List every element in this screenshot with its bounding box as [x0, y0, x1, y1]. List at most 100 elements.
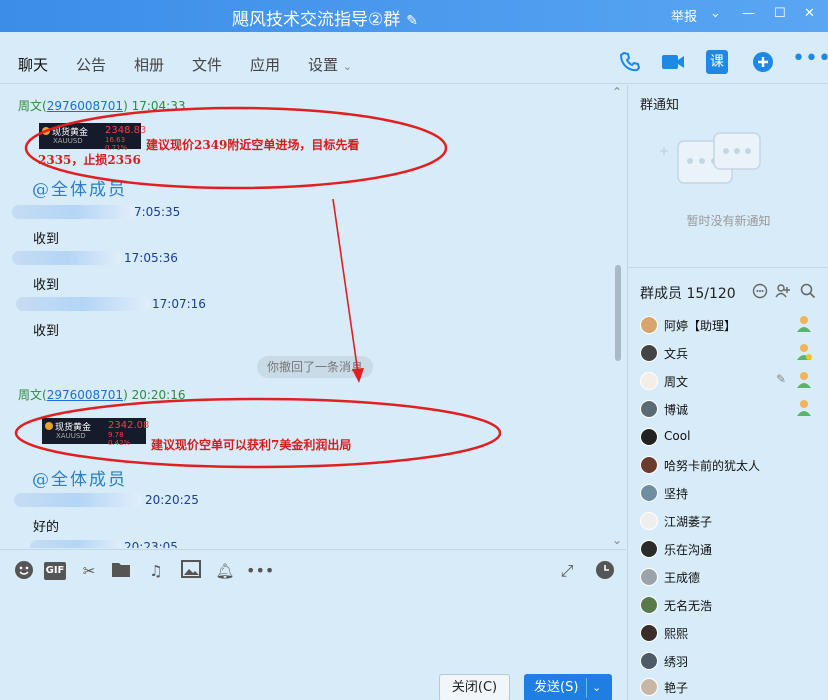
- annotation-text: 建议现价2349附近空单进场，目标先看: [146, 138, 360, 152]
- close-button[interactable]: 关闭(C): [439, 674, 510, 700]
- tab-album[interactable]: 相册: [134, 54, 164, 75]
- message-time: 7:05:35: [134, 205, 181, 219]
- blurred-sender: [14, 493, 142, 507]
- message-text[interactable]: 好的: [33, 516, 59, 535]
- member-name: 艳子: [664, 681, 689, 695]
- tab-apps[interactable]: 应用: [250, 54, 280, 75]
- blurred-sender: [16, 297, 150, 311]
- avatar: [640, 400, 658, 418]
- composer: GIF ✂ ♫ 🔔︎ ••• ⤢ 关闭(C) 发送(S) ⌄: [0, 549, 626, 700]
- blurred-sender: [12, 251, 122, 265]
- music-icon[interactable]: ♫: [145, 560, 167, 582]
- group-name: 飓风技术交流指导②群: [232, 10, 401, 30]
- member-name: 王成德: [664, 571, 701, 585]
- message-sender: 周文(2976008701) 17:04:33: [18, 99, 186, 113]
- add-member-icon[interactable]: [775, 283, 791, 303]
- sender-name[interactable]: 周文: [18, 99, 42, 113]
- minimize-button[interactable]: —: [742, 6, 755, 21]
- avatar: [640, 624, 658, 642]
- report-link[interactable]: 举报: [671, 6, 697, 25]
- member-item[interactable]: 周文 ✎: [640, 370, 820, 392]
- tab-announcement[interactable]: 公告: [76, 54, 106, 75]
- expand-icon[interactable]: ⤢: [556, 560, 578, 582]
- owner-icon: [797, 344, 812, 360]
- member-name: 绣羽: [664, 655, 689, 669]
- member-item[interactable]: 哈努卡前的犹太人: [640, 454, 820, 476]
- emoji-icon[interactable]: [13, 560, 35, 582]
- title-bar: 飓风技术交流指导②群 ✎ 举报 ⌄ — ☐ ✕: [0, 0, 828, 32]
- avatar: [640, 540, 658, 558]
- member-item[interactable]: 王成德: [640, 566, 820, 588]
- dropdown-icon[interactable]: ⌄: [710, 6, 721, 21]
- gif-icon[interactable]: GIF: [44, 562, 66, 580]
- member-item[interactable]: 乐在沟通: [640, 538, 820, 560]
- add-icon[interactable]: [750, 50, 776, 74]
- empty-notice-illustration: [660, 132, 761, 184]
- history-icon[interactable]: [594, 560, 616, 582]
- folder-icon[interactable]: [110, 560, 132, 582]
- window-title: 飓风技术交流指导②群 ✎: [232, 5, 418, 30]
- member-name: 乐在沟通: [664, 543, 713, 557]
- blurred-sender: [12, 205, 136, 219]
- member-item[interactable]: 熙熙: [640, 622, 820, 644]
- sidebar: 群通知 暂时没有新通知 群成员 15/120 阿婷【助理】 文兵 周文 ✎ 博诚: [627, 85, 828, 700]
- gold-symbol: XAUUSD: [56, 432, 86, 440]
- send-button[interactable]: 发送(S) ⌄: [524, 674, 612, 700]
- gold-price-image[interactable]: 现货黄金 XAUUSD 2342.08 9.78 0.42%: [42, 418, 150, 447]
- gold-value: 2342.08: [108, 420, 150, 431]
- sender-name[interactable]: 周文: [18, 388, 42, 402]
- search-icon[interactable]: [800, 283, 816, 303]
- member-name: 阿婷【助理】: [664, 319, 737, 333]
- maximize-button[interactable]: ☐: [774, 6, 786, 21]
- member-settings-icon[interactable]: [752, 283, 768, 303]
- edit-icon[interactable]: ✎: [776, 372, 786, 386]
- send-options-icon[interactable]: ⌄: [592, 674, 601, 700]
- scroll-up-icon[interactable]: ⌃: [612, 85, 622, 99]
- avatar: [640, 428, 658, 446]
- scroll-down-icon[interactable]: ⌄: [612, 533, 622, 547]
- avatar: [640, 512, 658, 530]
- member-item[interactable]: 博诚: [640, 398, 820, 420]
- chat-scrollbar[interactable]: [615, 265, 621, 361]
- gold-price-image[interactable]: 现货黄金 XAUUSD 2348.83 16.63 0.71%: [39, 123, 146, 152]
- message-sender: 周文(2976008701) 20:20:16: [18, 388, 186, 402]
- member-item[interactable]: 艳子: [640, 676, 820, 698]
- member-item[interactable]: 阿婷【助理】: [640, 314, 820, 336]
- member-item[interactable]: 无名无浩: [640, 594, 820, 616]
- message-text[interactable]: 收到: [33, 320, 59, 339]
- video-call-icon[interactable]: [660, 50, 686, 74]
- gold-symbol: XAUUSD: [53, 137, 83, 145]
- member-item[interactable]: 文兵: [640, 342, 820, 364]
- member-item[interactable]: 坚持: [640, 482, 820, 504]
- bell-icon[interactable]: 🔔︎: [214, 560, 236, 582]
- member-item[interactable]: Cool: [640, 426, 820, 448]
- avatar: [640, 652, 658, 670]
- avatar: [640, 484, 658, 502]
- message-text[interactable]: 收到: [33, 228, 59, 247]
- tab-files[interactable]: 文件: [192, 54, 222, 75]
- edit-icon[interactable]: ✎: [406, 13, 418, 29]
- chat-area[interactable]: ⌃ 周文(2976008701) 17:04:33 现货黄金 XAUUSD 23…: [0, 85, 626, 548]
- gold-change-pct: 0.42%: [108, 439, 131, 447]
- sender-qq[interactable]: 2976008701: [47, 388, 123, 402]
- course-icon[interactable]: 课: [706, 50, 728, 74]
- more-icon[interactable]: •••: [246, 560, 274, 582]
- gold-change: 16.63 0.71%: [105, 136, 141, 152]
- tab-settings[interactable]: 设置 ⌄: [308, 54, 352, 75]
- gold-change-pct: 0.71%: [105, 144, 128, 152]
- send-label: 发送(S): [534, 680, 579, 695]
- message-time: 20:23:05: [124, 540, 178, 548]
- more-icon[interactable]: •••: [792, 48, 828, 74]
- close-window-button[interactable]: ✕: [804, 6, 815, 21]
- send-divider: [586, 678, 587, 698]
- gold-change-value: 16.63: [105, 136, 126, 144]
- scissors-icon[interactable]: ✂: [78, 560, 100, 582]
- tab-chat[interactable]: 聊天: [18, 54, 49, 87]
- message-text[interactable]: 收到: [33, 274, 59, 293]
- member-item[interactable]: 绣羽: [640, 650, 820, 672]
- image-icon[interactable]: [180, 560, 202, 582]
- avatar: [640, 456, 658, 474]
- phone-icon[interactable]: [617, 50, 643, 74]
- sender-qq[interactable]: 2976008701: [47, 99, 123, 113]
- member-item[interactable]: 江湖萎子: [640, 510, 820, 532]
